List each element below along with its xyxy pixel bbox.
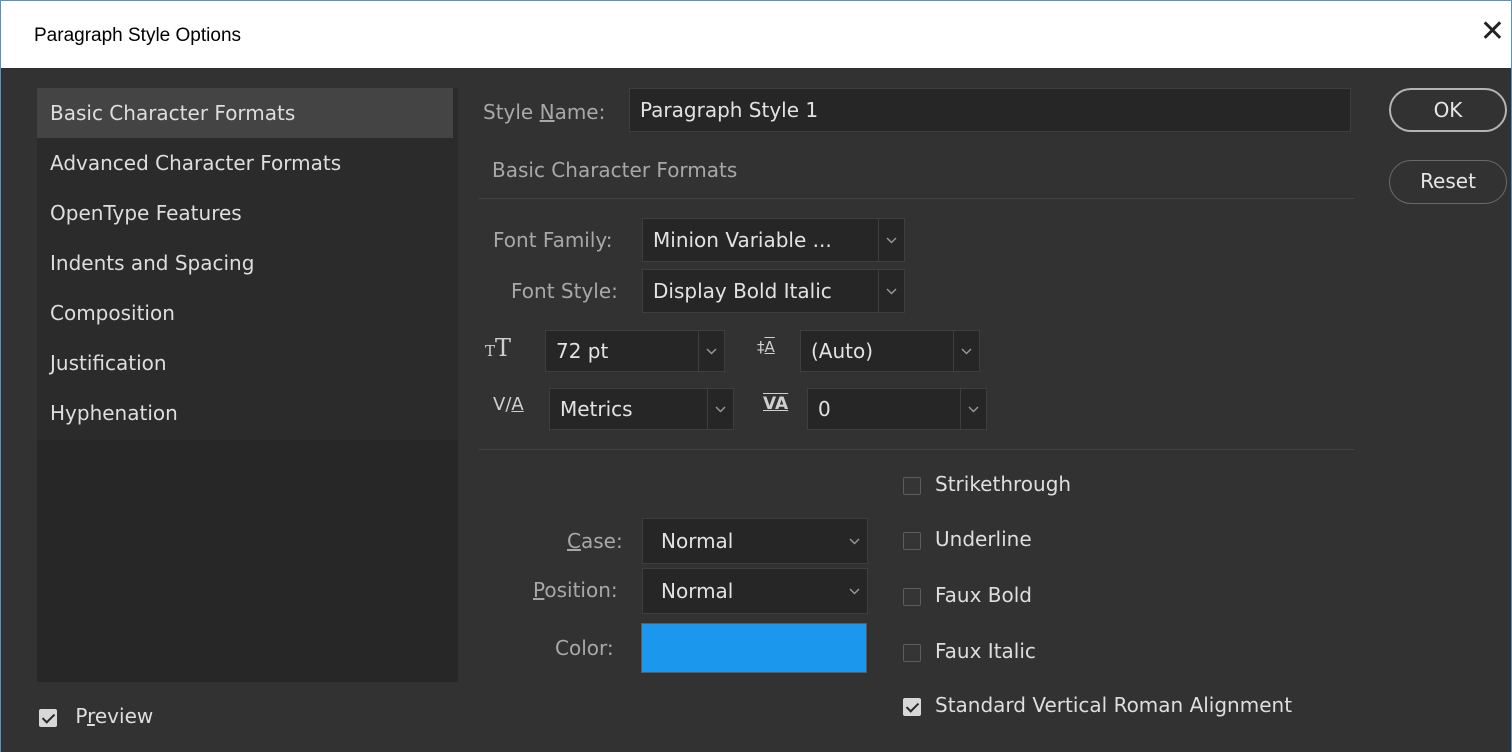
font-style-label: Font Style:: [511, 279, 618, 303]
leading-combo[interactable]: (Auto): [800, 330, 980, 372]
sidebar-item-hyphenation[interactable]: Hyphenation: [37, 388, 458, 438]
chevron-down-icon[interactable]: [698, 331, 724, 371]
underline-check-icon[interactable]: [903, 531, 921, 550]
chevron-down-icon[interactable]: [878, 219, 904, 261]
case-label: Case:: [567, 529, 623, 553]
preview-check-icon[interactable]: [39, 708, 57, 727]
font-style-value: Display Bold Italic: [653, 279, 832, 303]
faux-bold-check-icon[interactable]: [903, 587, 921, 606]
font-size-value: 72 pt: [556, 339, 609, 363]
dialog-body: Basic Character Formats Advanced Charact…: [0, 68, 1512, 752]
case-value: Normal: [661, 529, 734, 553]
font-size-icon: TT: [485, 334, 512, 362]
sidebar-item-advanced-character-formats[interactable]: Advanced Character Formats: [37, 138, 458, 188]
font-family-label: Font Family:: [493, 228, 613, 252]
style-name-label: Style Name:: [483, 100, 606, 124]
chevron-down-icon[interactable]: [878, 270, 904, 312]
tracking-combo[interactable]: 0: [807, 388, 987, 430]
standard-vertical-roman-alignment-check-icon[interactable]: [903, 697, 921, 716]
sidebar-item-indents-and-spacing[interactable]: Indents and Spacing: [37, 238, 458, 288]
font-family-dropdown[interactable]: Minion Variable ...: [642, 218, 905, 262]
position-label: Position:: [533, 578, 618, 602]
color-label: Color:: [555, 636, 614, 660]
strikethrough-check-icon[interactable]: [903, 476, 921, 495]
leading-value: (Auto): [811, 339, 874, 363]
chevron-down-icon[interactable]: [707, 389, 733, 429]
kerning-icon: V/A: [493, 394, 524, 415]
faux-bold-checkbox[interactable]: Faux Bold: [903, 583, 1032, 607]
color-swatch[interactable]: [641, 623, 867, 673]
reset-button[interactable]: Reset: [1389, 160, 1507, 204]
preview-checkbox[interactable]: Preview: [39, 704, 153, 728]
chevron-down-icon[interactable]: [841, 519, 867, 563]
controls-divider: [479, 449, 1354, 450]
close-icon[interactable]: ✕: [1480, 17, 1505, 47]
faux-italic-checkbox[interactable]: Faux Italic: [903, 639, 1036, 663]
position-value: Normal: [661, 579, 734, 603]
chevron-down-icon[interactable]: [953, 331, 979, 371]
category-list: Basic Character Formats Advanced Charact…: [37, 88, 458, 682]
case-dropdown[interactable]: Normal: [642, 518, 868, 564]
font-family-value: Minion Variable ...: [653, 228, 832, 252]
leading-icon: ‡A: [757, 338, 775, 356]
faux-italic-check-icon[interactable]: [903, 643, 921, 662]
chevron-down-icon[interactable]: [960, 389, 986, 429]
underline-checkbox[interactable]: Underline: [903, 527, 1032, 551]
sidebar-item-opentype-features[interactable]: OpenType Features: [37, 188, 458, 238]
preview-label: Preview: [75, 704, 154, 728]
section-title: Basic Character Formats: [492, 158, 738, 182]
position-dropdown[interactable]: Normal: [642, 568, 868, 614]
sidebar-item-justification[interactable]: Justification: [37, 338, 458, 388]
kerning-value: Metrics: [560, 397, 633, 421]
kerning-combo[interactable]: Metrics: [549, 388, 734, 430]
sidebar-item-composition[interactable]: Composition: [37, 288, 458, 338]
strikethrough-checkbox[interactable]: Strikethrough: [903, 472, 1071, 496]
tracking-value: 0: [818, 397, 831, 421]
section-divider: [479, 198, 1354, 199]
style-name-input[interactable]: Paragraph Style 1: [629, 88, 1351, 132]
tracking-icon: VA: [763, 394, 789, 414]
font-style-dropdown[interactable]: Display Bold Italic: [642, 269, 905, 313]
font-size-combo[interactable]: 72 pt: [545, 330, 725, 372]
sidebar-item-basic-character-formats[interactable]: Basic Character Formats: [37, 88, 453, 138]
standard-vertical-roman-alignment-checkbox[interactable]: Standard Vertical Roman Alignment: [903, 693, 1292, 717]
ok-button[interactable]: OK: [1389, 88, 1507, 132]
title-bar: Paragraph Style Options ✕: [0, 0, 1512, 68]
window-title: Paragraph Style Options: [34, 25, 242, 46]
chevron-down-icon[interactable]: [841, 569, 867, 613]
